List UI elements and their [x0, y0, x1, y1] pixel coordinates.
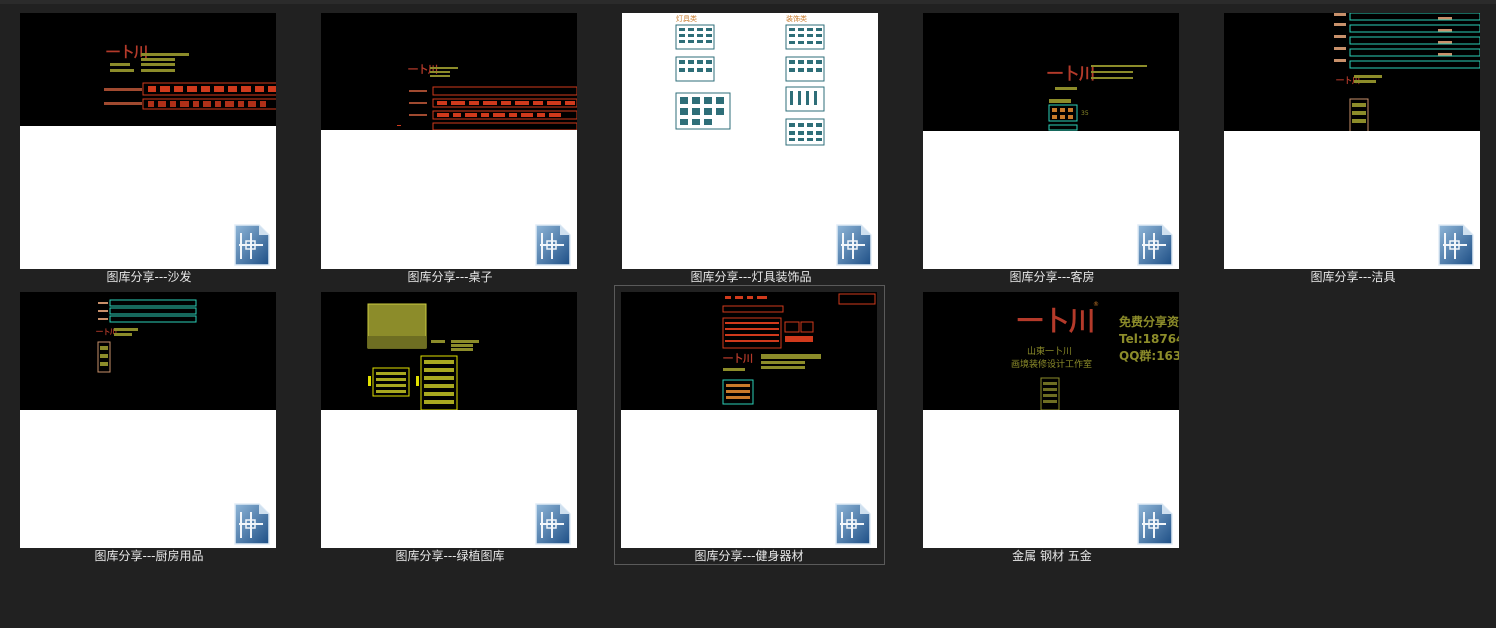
preview-line3: QQ群:163 — [1119, 348, 1179, 363]
cad-preview: 一卜川 — [20, 13, 276, 126]
svg-text:一卜川: 一卜川 — [723, 353, 753, 365]
preview-heading-right: 装饰类 — [786, 14, 807, 23]
file-thumbnail: 一卜川 ® 免费分享资 Tel:18764 QQ群:163 山東一卜川 画境装修… — [923, 292, 1179, 548]
dwg-file-icon — [535, 503, 571, 545]
cad-preview: 灯具类 装饰类 — [622, 13, 878, 153]
file-thumbnail: 灯具类 装饰类 — [622, 13, 878, 269]
file-item-sofa[interactable]: 一卜川 图库分享---沙发 — [14, 4, 284, 284]
file-item-plants[interactable]: 图库分享---绿植图库 — [315, 283, 585, 563]
file-name-label: 图库分享---健身器材 — [694, 549, 804, 563]
cad-preview: 一卜川 — [621, 292, 877, 410]
preview-heading-left: 灯具类 — [676, 14, 697, 23]
preview-sub2: 画境装修设计工作室 — [1011, 358, 1092, 370]
dwg-file-icon — [1137, 503, 1173, 545]
dwg-file-icon — [1438, 224, 1474, 266]
svg-text:一卜川: 一卜川 — [96, 328, 117, 336]
file-thumbnail: 一卜川 — [321, 13, 577, 269]
file-thumbnail: 一卜川 35 — [923, 13, 1179, 269]
preview-line1: 免费分享资 — [1119, 314, 1179, 329]
file-name-label: 图库分享---厨房用品 — [94, 549, 204, 563]
file-thumbnail: 一卜川 — [621, 292, 877, 548]
file-name-label: 金属 钢材 五金 — [1012, 549, 1092, 563]
file-name-label: 图库分享---灯具装饰品 — [690, 270, 812, 284]
file-item-metal[interactable]: 一卜川 ® 免费分享资 Tel:18764 QQ群:163 山東一卜川 画境装修… — [917, 283, 1187, 563]
dwg-file-icon — [1137, 224, 1173, 266]
file-thumbnail-grid: 一卜川 图库分享---沙发 一卜川 图库分享---桌子 灯具类 装饰类 图库分享… — [0, 0, 1496, 628]
preview-line2: Tel:18764 — [1119, 332, 1179, 346]
file-thumbnail — [321, 292, 577, 548]
cad-preview — [321, 292, 577, 410]
cad-preview: 一卜川 ® 免费分享资 Tel:18764 QQ群:163 山東一卜川 画境装修… — [923, 292, 1179, 410]
file-name-label: 图库分享---绿植图库 — [395, 549, 505, 563]
svg-text:一卜川: 一卜川 — [408, 64, 438, 76]
file-item-guestroom[interactable]: 一卜川 35 图库分享---客房 — [917, 4, 1187, 284]
cad-preview: 一卜川 — [20, 292, 276, 410]
dwg-file-icon — [836, 224, 872, 266]
file-name-label: 图库分享---洁具 — [1310, 270, 1396, 284]
svg-text:35: 35 — [1081, 110, 1089, 117]
file-thumbnail: 一卜川 — [20, 292, 276, 548]
file-item-table[interactable]: 一卜川 图库分享---桌子 — [315, 4, 585, 284]
file-item-fitness[interactable]: 一卜川 图库分享---健身器材 — [614, 285, 885, 565]
file-item-lamps[interactable]: 灯具类 装饰类 图库分享---灯具装饰品 — [616, 4, 886, 284]
file-item-kitchen[interactable]: 一卜川 图库分享---厨房用品 — [14, 283, 284, 563]
svg-text:一卜川: 一卜川 — [1047, 64, 1095, 83]
svg-text:一卜川: 一卜川 — [1017, 307, 1095, 337]
cad-preview: 一卜川 35 — [923, 13, 1179, 131]
cad-preview: 一卜川 — [321, 13, 577, 130]
preview-sub1: 山東一卜川 — [1027, 345, 1072, 357]
cad-preview: 一卜川 — [1224, 13, 1480, 131]
svg-text:®: ® — [1093, 301, 1099, 308]
file-item-sanitary[interactable]: 一卜川 图库分享---洁具 — [1218, 4, 1488, 284]
file-thumbnail: 一卜川 — [1224, 13, 1480, 269]
dwg-file-icon — [835, 503, 871, 545]
dwg-file-icon — [234, 503, 270, 545]
dwg-file-icon — [535, 224, 571, 266]
file-thumbnail: 一卜川 — [20, 13, 276, 269]
dwg-file-icon — [234, 224, 270, 266]
